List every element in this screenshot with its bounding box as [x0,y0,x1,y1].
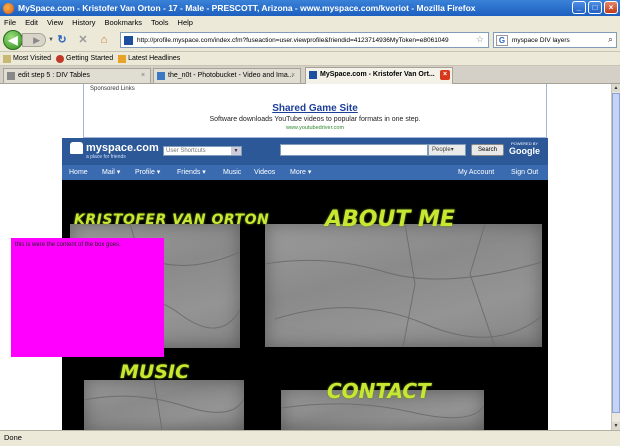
music-stone-panel [84,380,244,430]
about-stone-panel [265,224,542,347]
sponsored-ad: Sponsored Links Shared Game Site Softwar… [83,84,547,138]
window-title: MySpace.com - Kristofer Van Orton - 17 -… [18,3,476,13]
sponsored-label: Sponsored Links [90,86,135,92]
myspace-header: myspace.com a place for friends User Sho… [62,138,548,165]
stop-icon[interactable]: ✕ [76,34,90,46]
bookmark-most-visited[interactable]: Most Visited [3,54,51,63]
history-dropdown-icon[interactable]: ▼ [48,37,54,43]
menu-help[interactable]: Help [178,18,193,27]
home-icon[interactable]: ⌂ [97,34,111,46]
logo-text: myspace.com [86,142,159,154]
tab-label: the_n0t - Photobucket - Video and Ima... [168,72,294,79]
tab-strip: edit step 5 : DIV Tables × the_n0t - Pho… [0,66,620,84]
nav-videos[interactable]: Videos [254,165,275,180]
photobucket-icon [157,72,165,80]
myspace-logo[interactable]: myspace.com [70,142,159,154]
ad-description: Software downloads YouTube videos to pop… [209,116,421,123]
google-logo: Google [509,146,540,156]
navigation-toolbar: ◀ ▶ ▼ ↻ ✕ ⌂ http://profile.myspace.com/i… [0,28,620,52]
google-engine-icon[interactable]: G [496,35,508,46]
powered-by-google: POWERED BY Google [509,141,540,156]
page-icon [7,72,15,80]
close-tab-icon[interactable]: × [138,71,148,81]
vertical-scrollbar[interactable]: ▲ ▼ [611,84,620,430]
minimize-button[interactable]: _ [572,1,586,14]
tab-div-tables[interactable]: edit step 5 : DIV Tables × [3,68,151,83]
nav-friends[interactable]: Friends ▾ [177,165,206,180]
menu-view[interactable]: View [47,18,63,27]
menu-edit[interactable]: Edit [25,18,38,27]
rss-icon [118,54,127,63]
nav-profile[interactable]: Profile ▾ [135,165,160,180]
tab-label: MySpace.com - Kristofer Van Ort... [320,71,435,78]
close-window-button[interactable]: × [604,1,618,14]
bookmark-latest-headlines[interactable]: Latest Headlines [118,54,181,63]
close-tab-icon[interactable]: × [440,70,450,80]
user-shortcuts-select[interactable]: User Shortcuts ▼ [163,146,242,156]
ad-url[interactable]: www.youtubedriver.com [84,125,546,131]
menu-file[interactable]: File [4,18,16,27]
shortcuts-label: User Shortcuts [166,148,206,154]
bookmark-star-icon[interactable]: ☆ [476,34,484,45]
window-title-bar[interactable]: MySpace.com - Kristofer Van Orton - 17 -… [0,0,620,16]
bookmark-label: Latest Headlines [128,55,181,62]
firefox-icon [3,2,14,14]
window-controls: _ □ × [572,1,618,14]
ad-title-link[interactable]: Shared Game Site [84,103,546,114]
nav-sign-out[interactable]: Sign Out [511,165,538,180]
myspace-search-input[interactable] [280,144,428,156]
reload-icon[interactable]: ↻ [55,34,69,46]
menu-history[interactable]: History [72,18,95,27]
site-favicon-icon [124,36,133,45]
contact-heading: CONTACT [327,379,431,403]
pink-box-text: this is were the content of the box goes… [15,242,121,248]
pink-content-box: this is were the content of the box goes… [11,238,164,357]
scrollbar-thumb[interactable] [612,93,620,413]
menu-bookmarks[interactable]: Bookmarks [105,18,143,27]
bookmarks-toolbar: Most Visited Getting Started Latest Head… [0,52,620,66]
forward-button[interactable]: ▶ [22,33,46,47]
folder-icon [3,54,11,63]
bookmark-label: Most Visited [13,55,51,62]
search-value: myspace DIV layers [512,36,570,44]
search-input[interactable]: G myspace DIV layers ⌕ [493,32,617,48]
people-label: People [432,147,451,153]
search-magnifier-icon[interactable]: ⌕ [608,34,613,45]
myspace-people-icon [70,142,83,154]
status-bar: Done [0,430,620,446]
close-tab-icon[interactable]: × [288,71,298,81]
nav-mail[interactable]: Mail ▾ [102,165,120,180]
menu-bar: File Edit View History Bookmarks Tools H… [0,16,620,28]
url-text: http://profile.myspace.com/index.cfm?fus… [137,36,449,44]
about-me-heading: ABOUT ME [325,207,455,232]
myspace-icon [309,71,317,79]
nav-more[interactable]: More ▾ [290,165,311,180]
scroll-up-icon[interactable]: ▲ [612,84,620,92]
people-select[interactable]: People▾ [428,144,466,156]
nav-home[interactable]: Home [69,165,88,180]
url-bar[interactable]: http://profile.myspace.com/index.cfm?fus… [120,32,489,48]
music-heading: MUSIC [120,361,190,383]
nav-my-account[interactable]: My Account [458,165,494,180]
scroll-down-icon[interactable]: ▼ [612,422,620,430]
tab-label: edit step 5 : DIV Tables [18,72,90,79]
maximize-button[interactable]: □ [588,1,602,14]
menu-tools[interactable]: Tools [151,18,169,27]
bookmark-label: Getting Started [66,55,114,62]
tab-myspace[interactable]: MySpace.com - Kristofer Van Ort... × [305,67,453,84]
firefox-small-icon [56,54,64,63]
tab-photobucket[interactable]: the_n0t - Photobucket - Video and Ima...… [153,68,301,83]
chevron-down-icon: ▼ [231,147,241,155]
back-button[interactable]: ◀ [3,30,23,50]
status-text: Done [4,433,22,442]
myspace-tagline: a place for friends [86,154,126,160]
bookmark-getting-started[interactable]: Getting Started [56,54,114,63]
nav-music[interactable]: Music [223,165,241,180]
myspace-nav: Home Mail ▾ Profile ▾ Friends ▾ Music Vi… [62,165,548,180]
profile-name-heading: KRISTOFER VAN ORTON [74,212,270,228]
myspace-search-button[interactable]: Search [471,144,504,156]
